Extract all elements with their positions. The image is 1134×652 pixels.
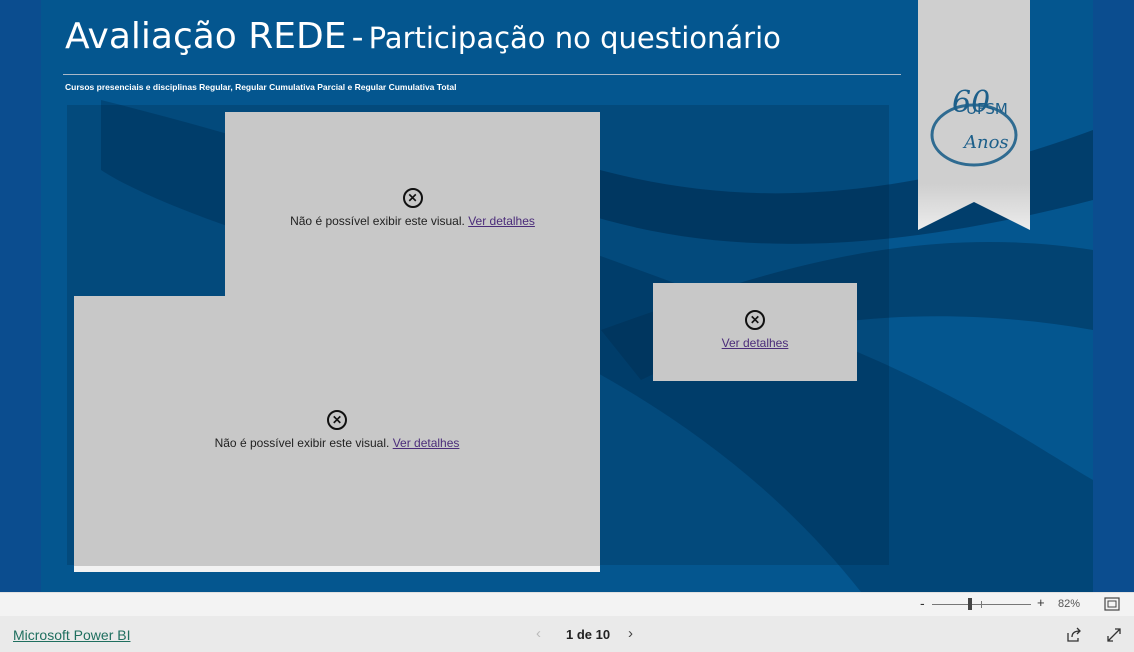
- report-area: Avaliação REDE - Participação no questio…: [0, 0, 1134, 592]
- visual-error-2: ✕ Não é possível exibir este visual. Ver…: [74, 296, 600, 566]
- zoom-in-button[interactable]: +: [1037, 595, 1045, 610]
- visual-error-message: Ver detalhes: [722, 336, 789, 350]
- fullscreen-icon[interactable]: [1106, 627, 1122, 643]
- report-title-main: Avaliação REDE: [65, 16, 347, 57]
- zoom-slider-thumb[interactable]: [968, 598, 972, 610]
- visual-error-3: ✕ Ver detalhes: [653, 283, 857, 381]
- report-title-subtitle: Participação no questionário: [368, 21, 781, 55]
- details-link[interactable]: Ver detalhes: [393, 436, 460, 450]
- zoom-out-button[interactable]: -: [920, 595, 925, 611]
- zoom-bar: - + 82%: [0, 592, 1134, 616]
- ribbon-shape: 60 UFSM Anos: [918, 0, 1030, 230]
- visual-error-message: Não é possível exibir este visual. Ver d…: [215, 436, 460, 450]
- ufsm-60-anos-ribbon: 60 UFSM Anos: [918, 0, 1030, 232]
- power-bi-link[interactable]: Microsoft Power BI: [13, 627, 130, 643]
- report-description: Cursos presenciais e disciplinas Regular…: [65, 82, 457, 92]
- close-circle-icon: ✕: [327, 410, 347, 430]
- logo-brand: UFSM: [966, 100, 1008, 118]
- details-link[interactable]: Ver detalhes: [468, 214, 535, 228]
- details-link[interactable]: Ver detalhes: [722, 336, 789, 350]
- zoom-slider-tick: [981, 601, 982, 608]
- error-text: Não é possível exibir este visual.: [214, 436, 390, 450]
- next-page-button[interactable]: ›: [628, 625, 633, 642]
- logo-word: Anos: [962, 132, 1009, 153]
- report-title: Avaliação REDE - Participação no questio…: [65, 16, 781, 57]
- close-circle-icon: ✕: [745, 310, 765, 330]
- previous-page-button[interactable]: ‹: [536, 625, 541, 642]
- report-title-separator: -: [351, 17, 364, 56]
- visual-2-scroll-strip: [74, 566, 600, 572]
- close-circle-icon: ✕: [402, 188, 423, 208]
- visual-error-message: Não é possível exibir este visual. Ver d…: [290, 214, 535, 228]
- fit-to-page-icon[interactable]: [1104, 597, 1120, 611]
- visual-error-1: ✕ Não é possível exibir este visual. Ver…: [225, 112, 600, 296]
- report-canvas: Avaliação REDE - Participação no questio…: [41, 0, 1093, 592]
- footer-bar: Microsoft Power BI ‹ 1 de 10 ›: [0, 616, 1134, 652]
- share-icon[interactable]: [1066, 627, 1082, 643]
- title-divider: [63, 74, 901, 75]
- error-text: Não é possível exibir este visual.: [290, 214, 465, 228]
- zoom-percentage: 82%: [1058, 598, 1081, 610]
- page-indicator: 1 de 10: [566, 627, 611, 642]
